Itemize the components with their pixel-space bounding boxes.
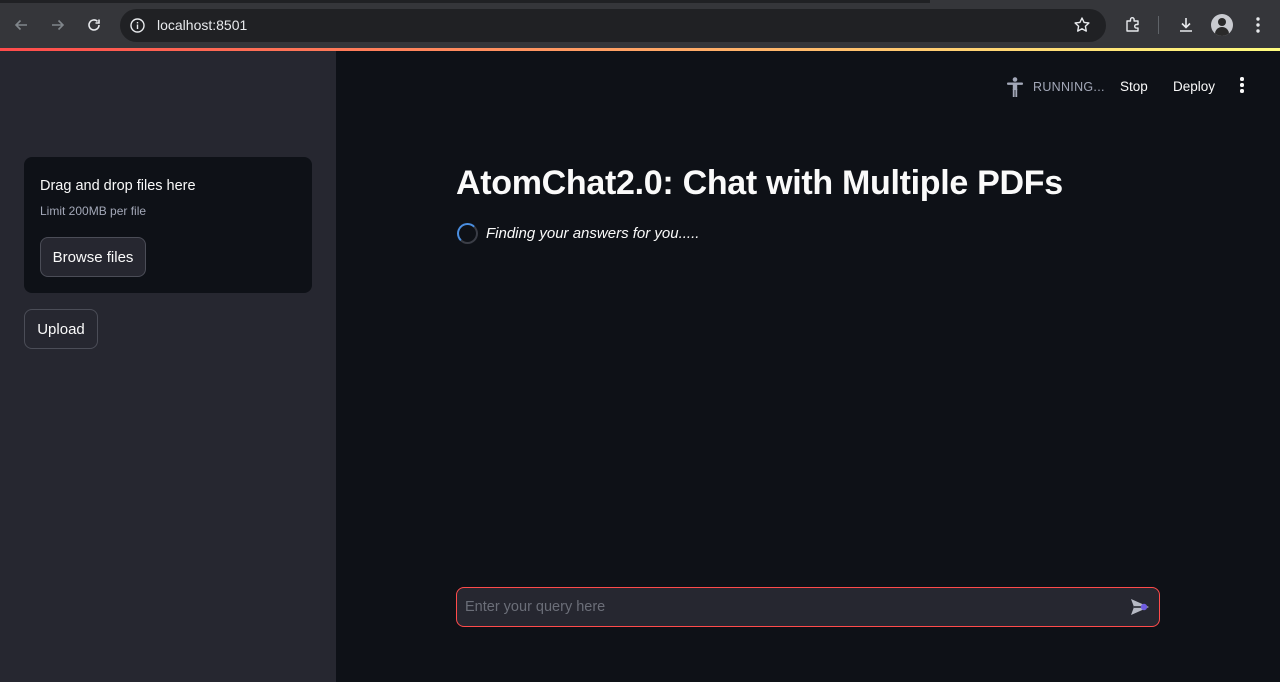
info-icon[interactable] [129, 17, 146, 34]
toolbar-separator [1158, 16, 1159, 34]
url-text[interactable]: localhost:8501 [157, 17, 247, 33]
uploader-limit: Limit 200MB per file [40, 204, 147, 218]
running-status-text: RUNNING... [1033, 80, 1105, 94]
send-icon[interactable] [1129, 597, 1151, 617]
sidebar: Drag and drop files here Limit 200MB per… [0, 51, 336, 682]
running-status: RUNNING... [1006, 77, 1110, 97]
chat-input-container [456, 587, 1160, 627]
running-man-icon [1006, 77, 1024, 97]
star-icon[interactable] [1072, 15, 1092, 35]
stop-button[interactable]: Stop [1120, 79, 1148, 94]
profile-avatar[interactable] [1211, 14, 1233, 36]
browse-files-button[interactable]: Browse files [40, 237, 146, 277]
reload-icon[interactable] [82, 13, 106, 37]
extensions-icon[interactable] [1122, 14, 1144, 36]
spinner-icon [457, 223, 478, 244]
file-uploader-dropzone[interactable]: Drag and drop files here Limit 200MB per… [24, 157, 312, 293]
forward-arrow-icon[interactable] [46, 13, 70, 37]
download-icon[interactable] [1175, 14, 1197, 36]
chrome-menu-icon[interactable] [1247, 14, 1269, 36]
spinner-text: Finding your answers for you..... [486, 225, 700, 242]
main-content: RUNNING... Stop Deploy AtomChat2.0: Chat… [336, 51, 1280, 682]
upload-button[interactable]: Upload [24, 309, 98, 349]
chat-query-input[interactable] [465, 588, 1115, 626]
deploy-button[interactable]: Deploy [1173, 79, 1215, 94]
back-arrow-icon[interactable] [9, 13, 33, 37]
address-bar[interactable]: localhost:8501 [120, 9, 1106, 42]
tab-strip-edge [0, 0, 930, 3]
browser-toolbar: localhost:8501 [0, 0, 1280, 51]
kebab-menu-icon[interactable] [1240, 77, 1244, 93]
uploader-title: Drag and drop files here [40, 178, 196, 194]
page-title: AtomChat2.0: Chat with Multiple PDFs [456, 164, 1063, 202]
